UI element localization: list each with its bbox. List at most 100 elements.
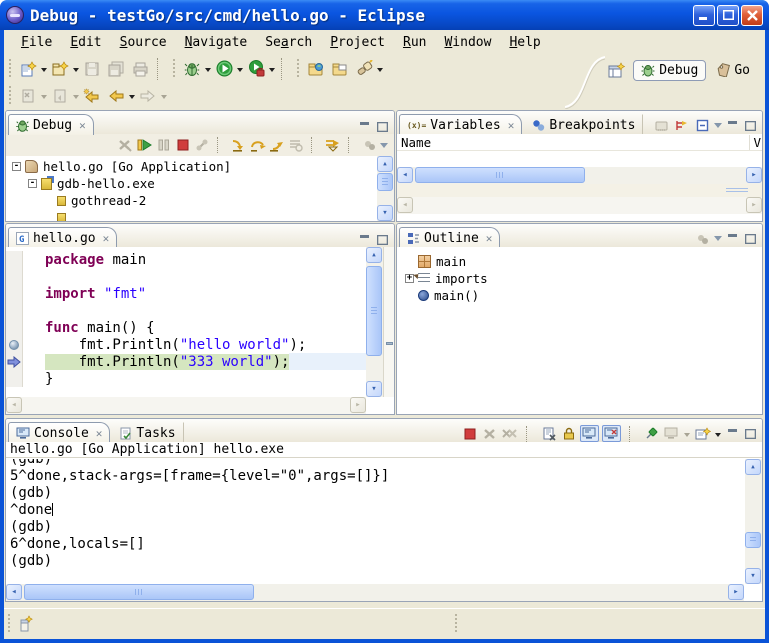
tree-expander-icon[interactable]: - [28,179,37,188]
code-line[interactable]: package main [6,251,366,268]
outline-view-menu-icon[interactable] [714,236,722,245]
external-tools-dropdown[interactable] [269,68,275,75]
menu-search[interactable]: Search [256,32,321,53]
save-all-button[interactable] [104,57,128,81]
new-wizard-dropdown[interactable] [41,68,47,75]
debug-tree-row[interactable]: -gdb-hello.exe [8,175,376,192]
minimize-button[interactable] [693,5,715,26]
toolbar-grip[interactable] [7,59,13,79]
perspective-go-button[interactable]: Go [710,61,757,80]
code-line[interactable]: fmt.Println("hello world"); [6,336,366,353]
code-area[interactable]: package mainimport "fmt"func main() { fm… [6,251,366,397]
variables-close-icon[interactable]: ✕ [508,119,515,132]
variables-column-header[interactable]: Name V [397,134,762,151]
editor-vscrollbar[interactable]: ▴ ▾ [366,247,383,397]
code-line[interactable]: import "fmt" [6,285,366,302]
suspend-icon[interactable] [155,137,172,154]
open-perspective-button[interactable] [605,58,629,82]
debug-view-minimize-icon[interactable] [357,119,372,134]
show-type-names-icon[interactable] [654,117,671,134]
variables-sash-grip[interactable] [726,188,748,193]
code-line[interactable] [6,302,366,319]
next-annotation-button[interactable] [48,84,72,108]
variables-view-menu-icon[interactable] [714,123,722,132]
maximize-button[interactable] [717,5,739,26]
tree-expander-icon[interactable]: + [405,274,414,283]
new-wizard-button[interactable] [16,57,40,81]
editor-hscrollbar[interactable]: ◂ ▸ [6,397,366,414]
mark-occurrences-dropdown[interactable] [41,95,47,102]
mark-occurrences-button[interactable] [16,84,40,108]
debug-view-tab[interactable]: Debug ✕ [8,114,94,135]
remove-terminated-icon[interactable] [117,137,134,154]
console-tab[interactable]: Console ✕ [8,422,110,443]
breakpoints-tab[interactable]: Breakpoints [524,114,643,135]
external-tools-button[interactable] [244,57,268,81]
editor-gutter[interactable] [6,302,23,319]
console-minimize-icon[interactable] [725,426,740,441]
editor-minimize-icon[interactable] [357,232,372,247]
editor-gutter[interactable] [6,336,23,353]
debug-tree-row[interactable] [8,209,376,221]
terminate-icon[interactable] [174,137,191,154]
menu-navigate[interactable]: Navigate [176,32,257,53]
open-console-icon[interactable] [694,425,711,442]
editor-gutter[interactable] [6,319,23,336]
back-dropdown[interactable] [129,95,135,102]
open-resource-button[interactable] [328,57,352,81]
search-dropdown[interactable] [377,68,383,75]
overview-ruler[interactable] [383,247,394,397]
editor-tab[interactable]: G hello.go ✕ [8,227,117,248]
remove-launch-icon[interactable] [481,425,498,442]
title-bar[interactable]: Debug - testGo/src/cmd/hello.go - Eclips… [0,0,769,30]
tasks-tab[interactable]: Tasks [112,422,183,443]
back-button[interactable] [104,84,128,108]
show-stderr-toggle[interactable] [602,425,621,442]
perspective-debug-button[interactable]: Debug [633,60,706,81]
debug-tree-row[interactable]: -hello.go [Go Application] [8,158,376,175]
open-type-button[interactable] [304,57,328,81]
new-project-button[interactable] [48,57,72,81]
console-vscrollbar[interactable]: ▴ ▾ [745,459,762,584]
drop-to-frame-icon[interactable] [287,137,304,154]
editor-gutter[interactable] [6,370,23,387]
menu-source[interactable]: Source [111,32,176,53]
next-annotation-dropdown[interactable] [73,95,79,102]
forward-dropdown[interactable] [161,95,167,102]
last-edit-location-button[interactable] [80,84,104,108]
fast-view-icon[interactable] [17,616,34,633]
close-button[interactable] [741,5,763,26]
debug-tree-row[interactable]: gothread-2 [8,192,376,209]
show-stdout-toggle[interactable] [580,425,599,442]
pin-console-icon[interactable] [643,425,660,442]
run-button[interactable] [212,57,236,81]
variables-hscrollbar[interactable]: ◂ ▸ [397,167,762,184]
tree-expander-icon[interactable]: - [12,162,21,171]
code-line[interactable] [6,268,366,285]
outline-link-icon[interactable] [694,230,711,247]
variables-view-minimize-icon[interactable] [725,118,740,133]
step-over-icon[interactable] [249,137,266,154]
code-line[interactable]: fmt.Println("333 world"); [6,353,366,370]
use-step-filters-icon[interactable] [324,137,341,154]
remove-all-launches-icon[interactable] [501,425,518,442]
forward-button[interactable] [136,84,160,108]
open-console-dropdown[interactable] [715,433,721,440]
editor-close-icon[interactable]: ✕ [103,232,110,245]
toolbar-grip[interactable] [171,59,177,79]
outline-row[interactable]: +imports [401,270,760,287]
editor-gutter[interactable] [6,285,23,302]
step-into-icon[interactable] [230,137,247,154]
disconnect-icon[interactable] [193,137,210,154]
resume-icon[interactable] [136,137,153,154]
console-close-icon[interactable]: ✕ [96,427,103,440]
debug-view-menu-icon[interactable] [380,143,388,152]
menu-run[interactable]: Run [394,32,435,53]
clear-console-icon[interactable] [540,425,557,442]
menu-project[interactable]: Project [321,32,394,53]
outline-minimize-icon[interactable] [725,231,740,246]
code-line[interactable]: } [6,370,366,387]
display-console-icon[interactable] [663,425,680,442]
toolbar-grip[interactable] [7,86,13,106]
run-dropdown[interactable] [237,68,243,75]
